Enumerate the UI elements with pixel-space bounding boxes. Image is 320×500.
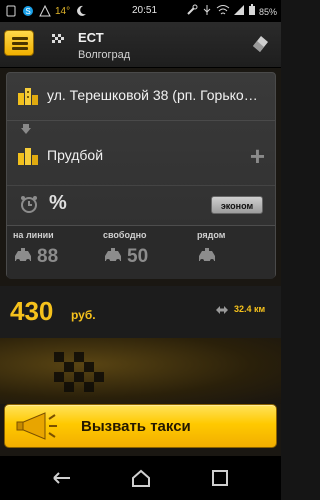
back-icon[interactable] bbox=[50, 468, 74, 488]
stat-online: на линии 88 bbox=[7, 226, 97, 280]
tools-icon bbox=[186, 4, 198, 19]
stat-free-label: свободно bbox=[103, 230, 147, 240]
megaphone-icon bbox=[16, 412, 57, 440]
eraser-icon[interactable] bbox=[249, 32, 271, 54]
battery-percent: 85% bbox=[258, 6, 277, 17]
taxi-car-icon bbox=[105, 248, 121, 263]
destination-row[interactable]: Прудбой + bbox=[7, 139, 275, 177]
destination-address: Прудбой bbox=[47, 147, 104, 163]
building-icon bbox=[18, 88, 38, 105]
options-row: % эконом bbox=[7, 185, 275, 223]
city-label[interactable]: Волгоград bbox=[78, 49, 130, 61]
pickup-row[interactable]: ул. Терешковой 38 (рп. Горько… bbox=[7, 73, 275, 121]
app-header: ЕСТ Волгоград bbox=[0, 22, 281, 68]
price-value: 430 bbox=[10, 296, 54, 326]
app-screen: S 14° 20:51 85% ЕСТ Волгоград ул. Терешк… bbox=[0, 0, 281, 500]
skype-icon: S bbox=[21, 5, 35, 17]
stat-free: свободно 50 bbox=[97, 226, 187, 280]
usb-icon bbox=[201, 4, 213, 19]
battery-icon bbox=[248, 4, 256, 19]
stat-online-value: 88 bbox=[37, 246, 59, 267]
menu-icon-line bbox=[12, 42, 28, 45]
pickup-address: ул. Терешковой 38 (рп. Горько… bbox=[47, 87, 258, 103]
clock-time: 20:51 bbox=[132, 5, 158, 16]
status-icons: 85% bbox=[186, 4, 277, 19]
app-title: ЕСТ bbox=[78, 30, 104, 45]
recents-icon[interactable] bbox=[208, 468, 232, 488]
stats-row: на линии 88 свободно 50 рядом bbox=[7, 225, 275, 279]
arrow-down-icon bbox=[20, 123, 32, 138]
home-icon[interactable] bbox=[129, 468, 153, 488]
distance-value: 32.4 км bbox=[234, 304, 266, 314]
call-taxi-label: Вызвать такси bbox=[81, 418, 191, 435]
wifi-icon bbox=[216, 4, 230, 19]
status-bar: S 14° 20:51 85% bbox=[0, 0, 281, 22]
stat-online-label: на линии bbox=[13, 230, 54, 240]
stat-near: рядом bbox=[191, 226, 281, 280]
menu-icon bbox=[12, 37, 28, 40]
order-panel: ул. Терешковой 38 (рп. Горько… Прудбой +… bbox=[6, 72, 276, 279]
tariff-button[interactable]: эконом bbox=[211, 196, 263, 214]
discount-button[interactable]: % bbox=[49, 192, 67, 215]
checker-pattern-icon bbox=[54, 352, 104, 392]
temperature: 14° bbox=[55, 5, 71, 17]
price-currency: руб. bbox=[71, 308, 96, 322]
checker-logo-icon bbox=[52, 34, 64, 43]
moon-icon bbox=[74, 5, 88, 17]
menu-icon-line bbox=[12, 47, 28, 50]
alarm-clock-icon[interactable] bbox=[19, 194, 39, 214]
stat-near-label: рядом bbox=[197, 230, 226, 240]
taxi-car-icon bbox=[15, 248, 31, 263]
building-icon bbox=[18, 148, 38, 165]
stat-free-value: 50 bbox=[127, 246, 149, 267]
warning-icon bbox=[38, 4, 52, 17]
add-stop-button[interactable]: + bbox=[250, 141, 265, 172]
price-area: 430 руб. 32.4 км bbox=[0, 286, 281, 338]
call-taxi-button[interactable]: Вызвать такси bbox=[4, 404, 277, 448]
system-nav-bar bbox=[0, 456, 281, 500]
distance-arrows-icon bbox=[216, 306, 228, 314]
taxi-car-icon bbox=[199, 248, 215, 263]
signal-icon bbox=[233, 4, 245, 19]
sim-icon bbox=[4, 5, 18, 17]
svg-text:S: S bbox=[25, 7, 30, 16]
menu-button[interactable] bbox=[4, 30, 34, 56]
